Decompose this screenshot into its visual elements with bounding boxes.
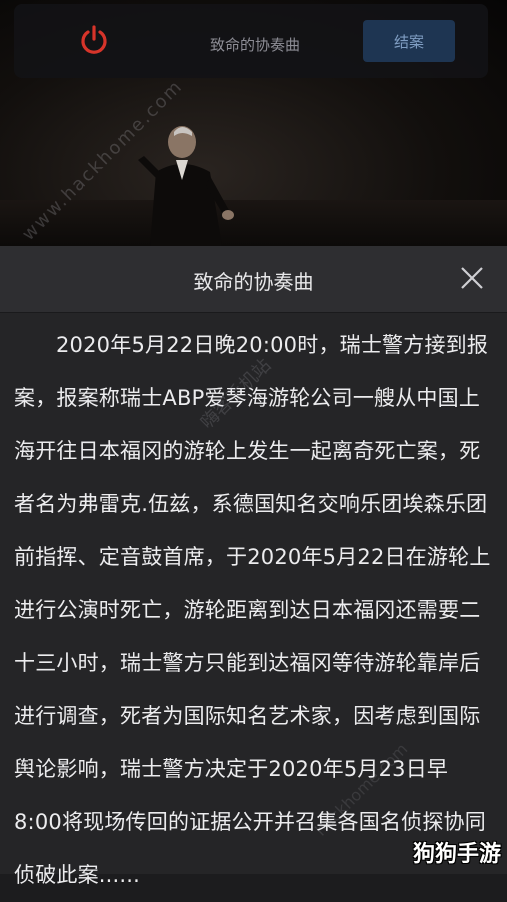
- top-bar: 致命的协奏曲 结案: [14, 4, 488, 78]
- case-description: 2020年5月22日晚20:00时，瑞士警方接到报案，报案称瑞士ABP爱琴海游轮…: [14, 333, 491, 887]
- brand-logo: 狗狗手游: [401, 834, 501, 868]
- stage-floor: [0, 200, 507, 246]
- brand-logo-text: 狗狗手游: [412, 842, 501, 867]
- power-icon[interactable]: [78, 24, 110, 56]
- conductor-figure: [138, 126, 234, 246]
- background-scene: 致命的协奏曲 结案 www.hackhome.com: [0, 0, 507, 246]
- dialog-header: 致命的协奏曲: [0, 246, 507, 313]
- close-icon[interactable]: [459, 265, 485, 291]
- dialog-title: 致命的协奏曲: [193, 270, 314, 294]
- top-bar-title: 致命的协奏曲: [209, 36, 300, 54]
- case-dialog: 致命的协奏曲 2020年5月22日晚20:00时，瑞士警方接到报案，报案称瑞士A…: [0, 246, 507, 887]
- close-case-button[interactable]: 结案: [363, 20, 455, 62]
